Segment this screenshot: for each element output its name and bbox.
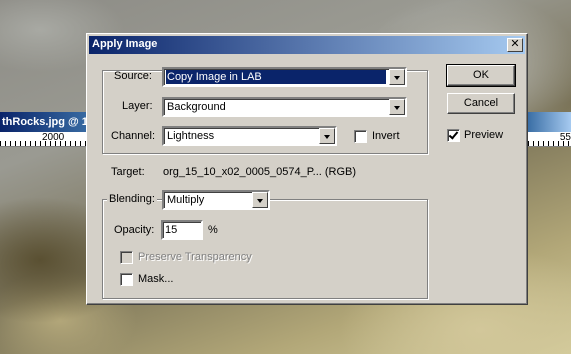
target-value: org_15_10_x02_0005_0574_P... (RGB) [163, 166, 357, 178]
invert-checkbox[interactable] [354, 130, 367, 143]
preserve-transparency-label: Preserve Transparency [138, 251, 252, 263]
invert-label[interactable]: Invert [372, 130, 400, 142]
preview-checkbox[interactable] [447, 129, 460, 142]
target-label: Target: [111, 166, 145, 178]
chevron-down-icon[interactable] [389, 99, 405, 115]
layer-value: Background [167, 101, 226, 113]
close-icon: ✕ [510, 38, 520, 50]
source-label: Source: [114, 70, 152, 82]
ruler-right-ticks [528, 141, 571, 146]
dialog-title: Apply Image [92, 38, 158, 50]
background-document-titlebar-right[interactable] [528, 112, 571, 132]
ok-button[interactable]: OK [446, 64, 516, 87]
channel-dropdown[interactable]: Lightness [162, 126, 337, 146]
dialog-titlebar[interactable]: Apply Image ✕ [89, 36, 525, 54]
preview-label[interactable]: Preview [464, 129, 503, 141]
opacity-value: 15 [165, 224, 178, 236]
apply-image-dialog: Apply Image ✕ Source: Copy Image in LAB … [86, 33, 528, 305]
source-dropdown[interactable]: Copy Image in LAB [162, 67, 407, 87]
background-document-ruler: 2000 [0, 132, 92, 147]
close-button[interactable]: ✕ [507, 38, 523, 52]
background-document-titlebar[interactable]: thRocks.jpg @ 1 [0, 112, 92, 132]
chevron-down-icon[interactable] [319, 128, 335, 144]
preserve-transparency-checkbox[interactable] [120, 251, 133, 264]
mask-checkbox[interactable] [120, 273, 133, 286]
blending-value: Multiply [167, 194, 205, 206]
blending-dropdown[interactable]: Multiply [162, 190, 270, 210]
channel-label: Channel: [111, 130, 156, 142]
cancel-button[interactable]: Cancel [447, 93, 515, 114]
opacity-label: Opacity: [114, 224, 155, 236]
layer-dropdown[interactable]: Background [162, 97, 407, 117]
opacity-input[interactable]: 15 [161, 220, 203, 240]
chevron-down-icon[interactable] [389, 69, 405, 85]
layer-label: Layer: [122, 100, 153, 112]
channel-value: Lightness [167, 130, 215, 142]
source-value: Copy Image in LAB [166, 70, 386, 84]
opacity-unit: % [208, 224, 218, 236]
ruler-ticks [0, 141, 92, 146]
chevron-down-icon[interactable] [252, 192, 268, 208]
background-document-title: thRocks.jpg @ 1 [2, 116, 88, 128]
mask-label[interactable]: Mask... [138, 273, 173, 285]
blending-label: Blending: [107, 193, 157, 205]
background-document-ruler-right: 55 [528, 132, 571, 147]
